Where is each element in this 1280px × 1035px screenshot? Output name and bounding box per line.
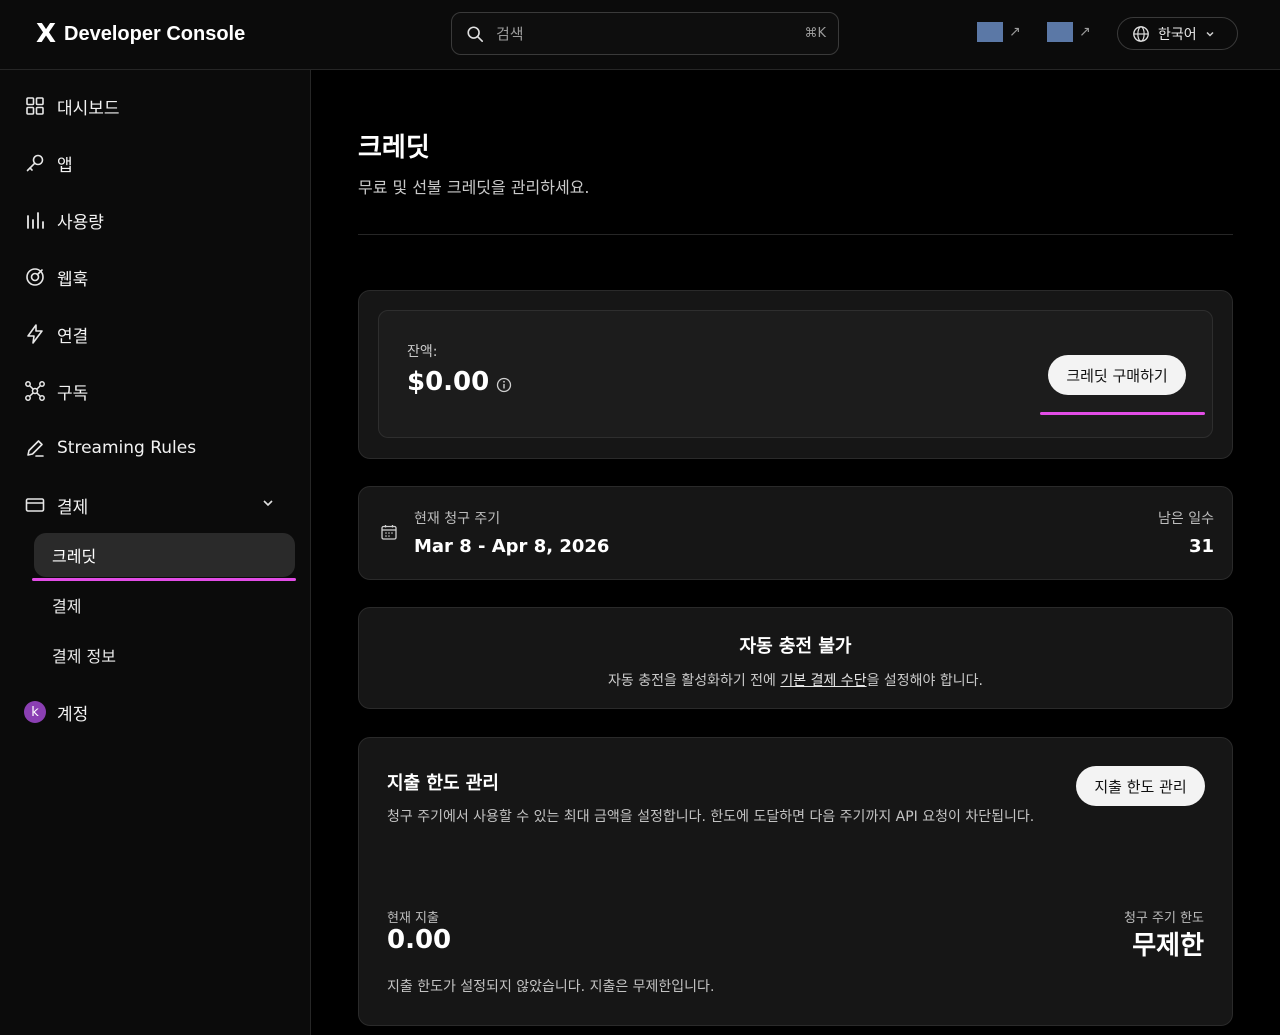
sidebar-item-label: 계정 [57,704,89,725]
sidebar-item-label: Streaming Rules [57,438,197,458]
sidebar-item-apps[interactable]: 앱 [24,147,73,179]
balance-inner-card: 잔액: $0.00 크레딧 구매하기 [378,310,1213,438]
sidebar-item-label: 웹훅 [57,269,89,290]
avatar: k [24,701,46,723]
spend-limit-description: 청구 주기에서 사용할 수 있는 최대 금액을 설정합니다. 한도에 도달하면 … [387,809,1035,825]
card-icon [25,498,45,512]
spend-limit-card: 지출 한도 관리 청구 주기에서 사용할 수 있는 최대 금액을 설정합니다. … [358,737,1233,1026]
spend-limit-note: 지출 한도가 설정되지 않았습니다. 지출은 무제한입니다. [387,979,715,995]
link-thumbnail [977,22,1003,42]
search-shortcut: ⌘K [804,26,826,41]
sidebar-subitem-label: 크레딧 [52,547,97,566]
auto-recharge-card: 자동 충전 불가 자동 충전을 활성화하기 전에 기본 결제 수단을 설정해야 … [358,607,1233,709]
sidebar-item-account[interactable]: k 계정 [24,696,88,728]
current-spend-value: 0.00 [387,925,452,955]
page-subtitle: 무료 및 선불 크레딧을 관리하세요. [358,178,590,197]
active-underline [32,578,296,581]
cycle-limit-value: 무제한 [1132,931,1204,961]
arrow-up-right-icon: ↗ [1079,24,1091,40]
auto-recharge-title: 자동 충전 불가 [739,636,852,657]
cycle-limit-label: 청구 주기 한도 [1123,911,1204,926]
external-link-1[interactable]: ↗ [977,22,1021,42]
sidebar-item-subscriptions[interactable]: 구독 [24,375,88,407]
lightning-icon [27,324,43,344]
billing-cycle-range: Mar 8 - Apr 8, 2026 [414,536,610,557]
top-header: X Developer Console ⌘K ↗ ↗ 한국어 [0,0,1280,70]
language-selector[interactable]: 한국어 [1117,17,1238,50]
sidebar-item-webhooks[interactable]: 웹훅 [24,261,88,293]
billing-cycle-label: 현재 청구 주기 [414,511,501,527]
chevron-down-icon[interactable] [262,497,274,509]
billing-cycle-card: 현재 청구 주기 Mar 8 - Apr 8, 2026 남은 일수 31 [358,486,1233,580]
key-icon [26,154,44,172]
sidebar-item-label: 연결 [57,326,89,347]
sidebar-item-dashboard[interactable]: 대시보드 [24,90,120,122]
sidebar-subitem-billing-info[interactable]: 결제 정보 [34,633,295,677]
sidebar-item-label: 사용량 [57,212,104,233]
balance-label: 잔액: [407,344,438,360]
sidebar-subitem-label: 결제 [52,597,82,616]
link-thumbnail [1047,22,1073,42]
pencil-icon [27,440,44,457]
balance-card: 잔액: $0.00 크레딧 구매하기 [358,290,1233,459]
sidebar-item-connections[interactable]: 연결 [24,318,88,350]
language-label: 한국어 [1158,26,1197,43]
sidebar-item-label: 앱 [57,155,73,176]
balance-value: $0.00 [407,367,490,397]
button-underline [1040,412,1205,415]
auto-recharge-text: 자동 충전을 활성화하기 전에 기본 결제 수단을 설정해야 합니다. [608,673,983,689]
webhook-icon [26,268,44,286]
chevron-down-icon [1206,31,1214,37]
page-title: 크레딧 [358,133,430,163]
buy-credits-button[interactable]: 크레딧 구매하기 [1048,355,1186,395]
divider [358,234,1233,235]
sidebar-subitem-credits[interactable]: 크레딧 [34,533,295,577]
sidebar-item-label: 대시보드 [57,98,120,119]
arrow-up-right-icon: ↗ [1009,24,1021,40]
app-title: Developer Console [64,22,246,45]
sidebar-item-label: 구독 [57,383,89,404]
info-icon[interactable] [496,377,512,393]
current-spend-label: 현재 지출 [387,911,439,926]
sidebar-item-billing[interactable]: 결제 [24,489,88,521]
days-remaining-value: 31 [1188,536,1214,557]
calendar-icon [381,525,397,540]
sidebar-item-usage[interactable]: 사용량 [24,204,104,236]
external-link-2[interactable]: ↗ [1047,22,1091,42]
sidebar-subitem-label: 결제 정보 [52,647,116,666]
search-box[interactable]: ⌘K [451,12,839,55]
search-input[interactable] [496,23,776,45]
bar-chart-icon [27,212,44,229]
manage-spend-limit-button[interactable]: 지출 한도 관리 [1076,766,1205,806]
logo[interactable]: X Developer Console [36,19,246,49]
x-logo-icon: X [36,19,57,49]
sidebar-item-streaming-rules[interactable]: Streaming Rules [24,432,196,464]
default-payment-link[interactable]: 기본 결제 수단 [780,673,866,689]
grid-icon [26,97,44,115]
network-icon [25,381,45,401]
days-remaining-label: 남은 일수 [1158,511,1214,527]
sidebar-item-label: 결제 [57,497,89,518]
globe-icon [1133,25,1149,42]
search-icon [467,26,484,43]
spend-limit-title: 지출 한도 관리 [387,773,499,794]
sidebar-subitem-payments[interactable]: 결제 [34,583,295,627]
